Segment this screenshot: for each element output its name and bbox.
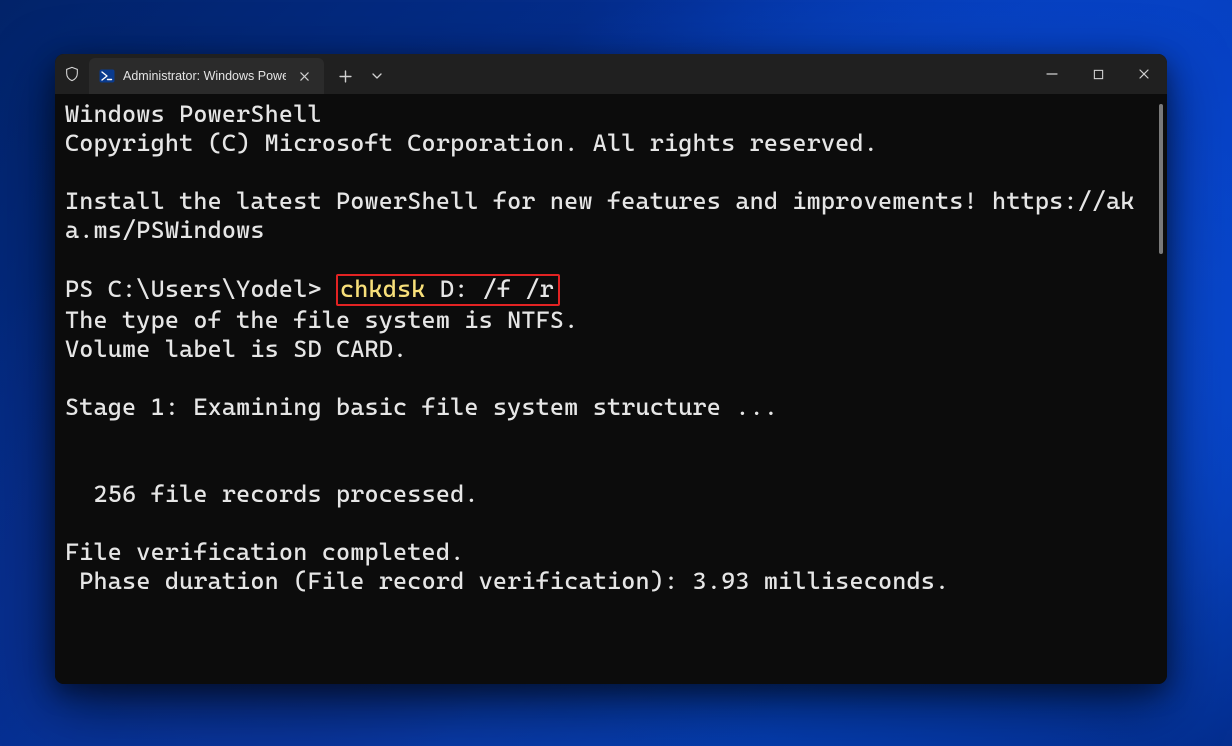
output-line: Volume label is SD CARD. <box>65 335 407 363</box>
prompt: PS C:\Users\Yodel> <box>65 275 336 303</box>
powershell-icon <box>99 68 115 84</box>
command-args: D: /f /r <box>426 275 554 303</box>
titlebar-left: Administrator: Windows Powe <box>55 54 392 94</box>
output-line: Phase duration (File record verification… <box>65 567 949 595</box>
titlebar: Administrator: Windows Powe <box>55 54 1167 94</box>
command-highlight-box: chkdsk D: /f /r <box>336 274 560 306</box>
output-line: Stage 1: Examining basic file system str… <box>65 393 778 421</box>
scrollbar-track[interactable] <box>1159 104 1163 674</box>
terminal-viewport[interactable]: Windows PowerShell Copyright (C) Microso… <box>55 94 1167 684</box>
banner-line: Windows PowerShell <box>65 100 322 128</box>
shield-icon <box>55 54 89 94</box>
tab-close-button[interactable] <box>294 66 314 86</box>
install-hint: Install the latest PowerShell for new fe… <box>65 187 1135 244</box>
window-controls <box>1029 54 1167 94</box>
tab-dropdown-button[interactable] <box>362 61 392 91</box>
tab-active[interactable]: Administrator: Windows Powe <box>89 58 324 94</box>
new-tab-button[interactable] <box>330 61 360 91</box>
output-line: The type of the file system is NTFS. <box>65 306 578 334</box>
window-close-button[interactable] <box>1121 54 1167 94</box>
terminal-window: Administrator: Windows Powe <box>55 54 1167 684</box>
output-line: 256 file records processed. <box>65 480 479 508</box>
banner-line: Copyright (C) Microsoft Corporation. All… <box>65 129 878 157</box>
output-line: File verification completed. <box>65 538 464 566</box>
maximize-button[interactable] <box>1075 54 1121 94</box>
titlebar-drag-region[interactable] <box>392 54 1029 94</box>
command-name: chkdsk <box>340 275 426 303</box>
tab-title: Administrator: Windows Powe <box>123 69 286 83</box>
tab-actions <box>324 54 392 94</box>
scrollbar-thumb[interactable] <box>1159 104 1163 254</box>
minimize-button[interactable] <box>1029 54 1075 94</box>
terminal-content: Windows PowerShell Copyright (C) Microso… <box>55 94 1167 616</box>
